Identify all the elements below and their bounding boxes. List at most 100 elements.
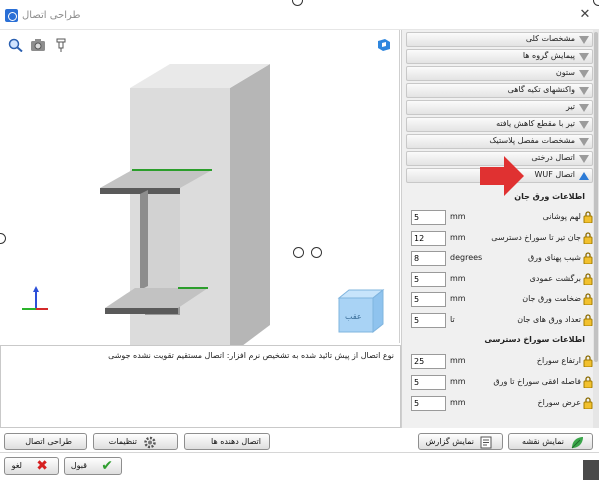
lock-icon[interactable] [583, 232, 593, 244]
section-group-navigation[interactable]: پیمایش گروه ها [406, 49, 593, 64]
plate-slope-input[interactable] [411, 251, 446, 266]
unit-label: mm [450, 294, 466, 303]
field-hole-width: mm عرض سوراخ [410, 396, 593, 412]
unit-label: mm [450, 356, 466, 365]
app-icon [5, 9, 18, 22]
scrollbar-thumb[interactable] [594, 32, 598, 362]
lock-icon[interactable] [583, 211, 593, 223]
section-support-reactions[interactable]: واکنشهای تکیه گاهی [406, 83, 593, 98]
unit-label: تا [450, 315, 455, 324]
unit-label: degrees [450, 253, 483, 262]
property-panel: مشخصات کلی پیمایش گروه ها ستون واکنشهای … [401, 30, 593, 428]
model-viewport[interactable]: عقب [0, 30, 400, 355]
expand-arrow-icon [579, 70, 589, 78]
web-plate-thickness-input[interactable] [411, 292, 446, 307]
section-label: تیر با مقطع کاهش یافته [496, 119, 575, 128]
lock-icon[interactable] [583, 376, 593, 388]
close-button[interactable]: ✕ [578, 8, 592, 22]
overlap-input[interactable] [411, 210, 446, 225]
design-connection-button[interactable]: طراحی اتصال [4, 433, 87, 450]
web-to-access-hole-input[interactable] [411, 231, 446, 246]
section-reduced-beam[interactable]: تیر با مقطع کاهش یافته [406, 117, 593, 132]
column-side-face [230, 64, 270, 355]
field-label: تعداد ورق های جان [517, 315, 581, 324]
button-label: اتصال دهنده ها [211, 437, 261, 446]
expand-arrow-icon [579, 138, 589, 146]
section-beam[interactable]: تیر [406, 100, 593, 115]
web-plate-group-title: اطلاعات ورق جان [514, 192, 585, 201]
panel-scrollbar[interactable] [593, 30, 599, 428]
field-web-to-access-hole: mm جان تیر تا سوراخ دسترسی [410, 231, 593, 247]
expand-arrow-icon [579, 155, 589, 163]
pin-icon[interactable] [53, 38, 69, 52]
field-vertical-return: mm برگشت عمودی [410, 272, 593, 288]
button-label: نمایش نقشه [522, 437, 564, 446]
lock-icon[interactable] [583, 314, 593, 326]
hole-horizontal-distance-input[interactable] [411, 375, 446, 390]
hole-height-input[interactable] [411, 354, 446, 369]
leaf-icon [571, 437, 583, 449]
field-label: برگشت عمودی [529, 274, 581, 283]
field-web-plate-count: تا تعداد ورق های جان [410, 313, 593, 329]
section-general[interactable]: مشخصات کلی [406, 32, 593, 47]
web-plate-count-input[interactable] [411, 313, 446, 328]
field-label: ضخامت ورق جان [522, 294, 581, 303]
expand-arrow-icon [579, 87, 589, 95]
unit-label: mm [450, 377, 466, 386]
field-hole-horizontal-distance: mm فاصله افقی سوراخ تا ورق [410, 375, 593, 391]
section-label: مشخصات کلی [525, 34, 575, 43]
button-label: تنظیمات [108, 437, 137, 446]
section-label: تیر [565, 102, 575, 111]
lock-icon[interactable] [583, 252, 593, 264]
unit-label: mm [450, 233, 466, 242]
field-hole-height: mm ارتفاع سوراخ [410, 354, 593, 370]
expand-arrow-icon [579, 121, 589, 129]
resize-grip[interactable] [583, 460, 599, 480]
section-label: واکنشهای تکیه گاهی [507, 85, 575, 94]
unit-label: mm [450, 274, 466, 283]
hole-width-input[interactable] [411, 396, 446, 411]
accept-button[interactable]: قبول ✔ [64, 457, 122, 475]
zoom-icon[interactable] [8, 38, 24, 52]
settings-button[interactable]: تنظیمات [93, 433, 178, 450]
button-label: طراحی اتصال [25, 437, 72, 446]
section-column[interactable]: ستون [406, 66, 593, 81]
section-label: مشخصات مفصل پلاستیک [489, 136, 575, 145]
access-hole-group-title: اطلاعات سوراخ دسترسی [484, 335, 585, 344]
field-label: ارتفاع سوراخ [536, 356, 581, 365]
vertical-return-input[interactable] [411, 272, 446, 287]
connecting-elements-button[interactable]: اتصال دهنده ها [184, 433, 270, 450]
field-label: شیب پهنای ورق [527, 253, 581, 262]
expand-arrow-icon [579, 36, 589, 44]
field-plate-slope: degrees شیب پهنای ورق [410, 251, 593, 267]
lock-icon[interactable] [583, 397, 593, 409]
field-web-plate-thickness: mm ضخامت ورق جان [410, 292, 593, 308]
section-label: اتصال WUF [534, 170, 575, 179]
show-drawing-button[interactable]: نمایش نقشه [508, 433, 593, 450]
collapse-arrow-icon [579, 172, 589, 180]
lock-icon[interactable] [583, 355, 593, 367]
show-report-button[interactable]: نمایش گزارش [418, 433, 503, 450]
view-cube[interactable]: عقب [335, 288, 387, 334]
field-label: لهم پوشانی [542, 212, 581, 221]
field-label: فاصله افقی سوراخ تا ورق [493, 377, 581, 386]
axis-triad-icon [22, 286, 48, 310]
camera-icon[interactable] [30, 38, 46, 52]
dialog-footer: لغو ✖ قبول ✔ [0, 452, 599, 480]
button-label: لغو [11, 461, 22, 470]
gear-icon [144, 436, 156, 449]
report-icon [480, 436, 492, 449]
resize-handle-center-a[interactable] [293, 247, 304, 258]
cancel-x-icon: ✖ [36, 458, 48, 474]
cancel-button[interactable]: لغو ✖ [4, 457, 59, 475]
field-overlap: mm لهم پوشانی [410, 210, 593, 226]
field-label: جان تیر تا سوراخ دسترسی [491, 233, 581, 242]
lock-icon[interactable] [583, 273, 593, 285]
lock-icon[interactable] [583, 293, 593, 305]
window-title: طراحی اتصال [22, 10, 81, 21]
view-reset-icon[interactable] [376, 38, 392, 52]
section-plastic-hinge[interactable]: مشخصات مفصل پلاستیک [406, 134, 593, 149]
connection-description: نوع اتصال از پیش تائید شده به تشخیص نرم … [0, 345, 401, 428]
resize-handle-center-b[interactable] [311, 247, 322, 258]
expand-arrow-icon [579, 104, 589, 112]
